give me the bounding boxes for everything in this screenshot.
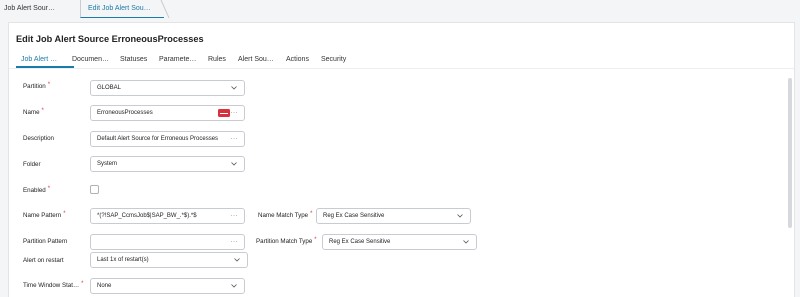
required-marker: * [47,186,51,192]
ellipsis-icon[interactable]: ··· [231,235,239,249]
time-window-status-select[interactable]: None [90,278,245,294]
tab-divider [9,68,794,69]
tab-documentation[interactable]: Documen… [72,56,109,63]
name-pattern-label: Name Pattern * [23,211,66,219]
required-marker: * [81,281,84,287]
alert-on-restart-label: Alert on restart [23,257,64,264]
name-label: Name * [23,108,44,116]
partition-match-type-label: Partition Match Type * [256,237,317,245]
tab-job-alert-source[interactable]: Job Alert … [21,56,57,63]
doc-tab-edit-job-alert-source[interactable]: Edit Job Alert Sou… [80,0,170,18]
enabled-checkbox[interactable] [90,185,99,194]
chevron-down-icon [234,258,240,262]
partition-match-type-value: Reg Ex Case Sensitive [329,239,391,245]
page-title: Edit Job Alert Source ErroneousProcesses [16,34,204,44]
folder-label: Folder [23,161,41,168]
tab-alert-source-actions[interactable]: Alert Sou… [238,56,274,63]
required-marker: * [314,237,317,243]
partition-pattern-field[interactable]: ··· [90,234,245,250]
partition-select[interactable]: GLOBAL [90,80,245,96]
doc-tab-job-alert-sources[interactable]: Job Alert Sour… [4,0,78,18]
chevron-down-icon [231,162,237,166]
name-value: ErroneousProcesses [97,110,153,116]
chevron-down-icon [231,284,237,288]
doc-tab-label: Job Alert Sour… [4,5,55,12]
red-badge-icon [218,109,230,117]
alert-on-restart-value: Last 1x of restart(s) [97,257,149,263]
description-label: Description [23,135,54,142]
required-marker: * [310,211,313,217]
time-window-status-label: Time Window Stat… * [23,281,84,289]
doc-tab-label: Edit Job Alert Sou… [88,5,151,12]
partition-pattern-label: Partition Pattern [23,238,68,245]
alert-on-restart-select[interactable]: Last 1x of restart(s) [90,252,248,268]
tab-statuses[interactable]: Statuses [120,56,147,63]
ellipsis-icon[interactable]: ··· [231,106,239,120]
edit-form-panel: Edit Job Alert Source ErroneousProcesses… [8,22,795,297]
folder-select[interactable]: System [90,156,245,172]
name-pattern-field[interactable]: *(?!SAP_CcmsJob$|SAP_BW_.*$).*$ ··· [90,208,245,224]
partition-value: GLOBAL [97,85,122,91]
chevron-down-icon [463,240,469,244]
document-tab-bar: Job Alert Sour… Edit Job Alert Sou… [0,0,800,18]
folder-value: System [97,161,118,167]
ellipsis-icon[interactable]: ··· [231,132,239,146]
partition-label: Partition * [23,82,51,90]
vertical-scrollbar[interactable] [788,78,792,228]
name-match-type-label: Name Match Type * [258,211,313,219]
time-window-status-value: None [97,283,112,289]
partition-match-type-select[interactable]: Reg Ex Case Sensitive [322,234,477,250]
description-field[interactable]: Default Alert Source for Erroneous Proce… [90,131,245,147]
tab-rules[interactable]: Rules [208,56,226,63]
name-match-type-select[interactable]: Reg Ex Case Sensitive [316,208,471,224]
name-match-type-value: Reg Ex Case Sensitive [323,213,385,219]
tab-actions[interactable]: Actions [286,56,309,63]
chevron-down-icon [457,214,463,218]
tab-parameters[interactable]: Paramete… [159,56,196,63]
tab-security[interactable]: Security [321,56,346,63]
required-marker: * [63,211,66,217]
description-value: Default Alert Source for Erroneous Proce… [97,136,219,142]
required-marker: * [41,108,44,114]
chevron-down-icon [231,86,237,90]
name-field[interactable]: ErroneousProcesses ··· [90,105,245,121]
ellipsis-icon[interactable]: ··· [231,209,239,223]
name-pattern-value: *(?!SAP_CcmsJob$|SAP_BW_.*$).*$ [97,213,197,219]
enabled-label: Enabled * [23,186,51,194]
tab-separator-icon [160,0,170,18]
required-marker: * [47,82,51,88]
